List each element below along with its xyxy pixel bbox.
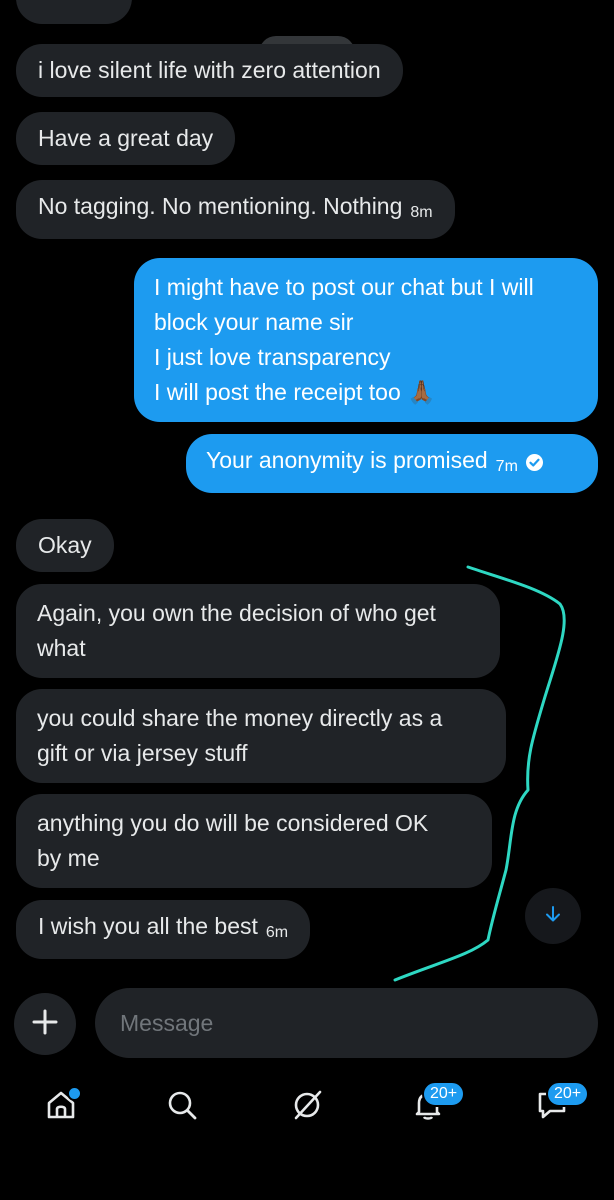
read-check-icon — [525, 454, 543, 471]
nav-grok[interactable] — [283, 1083, 331, 1131]
message-text: Again, you own the decision of who get — [37, 600, 436, 626]
message-text: you could share the money directly as a — [37, 705, 443, 731]
search-icon — [165, 1088, 199, 1127]
message-timestamp: 7m — [495, 458, 518, 475]
grok-icon — [290, 1088, 324, 1127]
messages-badge: 20+ — [546, 1081, 590, 1107]
message-text: what — [37, 635, 86, 661]
message-timestamp: 8m — [410, 204, 433, 221]
scroll-to-bottom-button[interactable] — [525, 888, 581, 944]
message-received[interactable]: Okay — [16, 519, 114, 572]
message-text: I will post the receipt too 🙏🏾 — [154, 379, 436, 405]
message-received[interactable]: I wish you all the best 6m — [16, 900, 311, 959]
message-text: by me — [37, 845, 100, 871]
message-received[interactable]: i love silent life with zero attention — [16, 44, 403, 97]
nav-notifications[interactable]: 20+ — [404, 1081, 466, 1131]
message-text: Your anonymity is promised — [206, 447, 488, 473]
message-text: I might have to post our chat but I will — [154, 274, 534, 300]
message-sent[interactable]: Your anonymity is promised 7m — [186, 434, 598, 493]
message-received[interactable]: anything you do will be considered OK by… — [16, 794, 492, 888]
bottom-navigation: 20+ 20+ — [0, 1065, 614, 1155]
notification-dot — [67, 1086, 82, 1101]
message-received[interactable]: Again, you own the decision of who get w… — [16, 584, 500, 678]
message-received[interactable]: you could share the money directly as a … — [16, 689, 506, 783]
notifications-badge: 20+ — [422, 1081, 466, 1107]
add-media-button[interactable] — [14, 993, 76, 1055]
plus-icon — [32, 1009, 58, 1040]
message-text: block your name sir — [154, 309, 354, 335]
message-text: I just love transparency — [154, 344, 391, 370]
message-text: gift or via jersey stuff — [37, 740, 248, 766]
message-text: No tagging. No mentioning. Nothing — [38, 193, 403, 219]
message-input[interactable]: Message — [95, 988, 598, 1058]
message-bubble-partial — [16, 0, 132, 24]
message-text: Okay — [38, 532, 92, 558]
nav-messages[interactable]: 20+ — [528, 1081, 590, 1131]
message-text: Have a great day — [38, 125, 214, 151]
message-timestamp: 6m — [265, 924, 289, 941]
nav-home[interactable] — [37, 1083, 85, 1131]
message-received[interactable]: Have a great day — [16, 112, 236, 165]
message-text: I wish you all the best — [38, 913, 258, 939]
nav-search[interactable] — [158, 1083, 206, 1131]
message-sent[interactable]: I might have to post our chat but I will… — [134, 258, 598, 422]
message-text: anything you do will be considered OK — [37, 810, 429, 836]
message-text: i love silent life with zero attention — [38, 57, 381, 83]
message-received[interactable]: No tagging. No mentioning. Nothing 8m — [16, 180, 455, 239]
arrow-down-icon — [543, 904, 563, 929]
